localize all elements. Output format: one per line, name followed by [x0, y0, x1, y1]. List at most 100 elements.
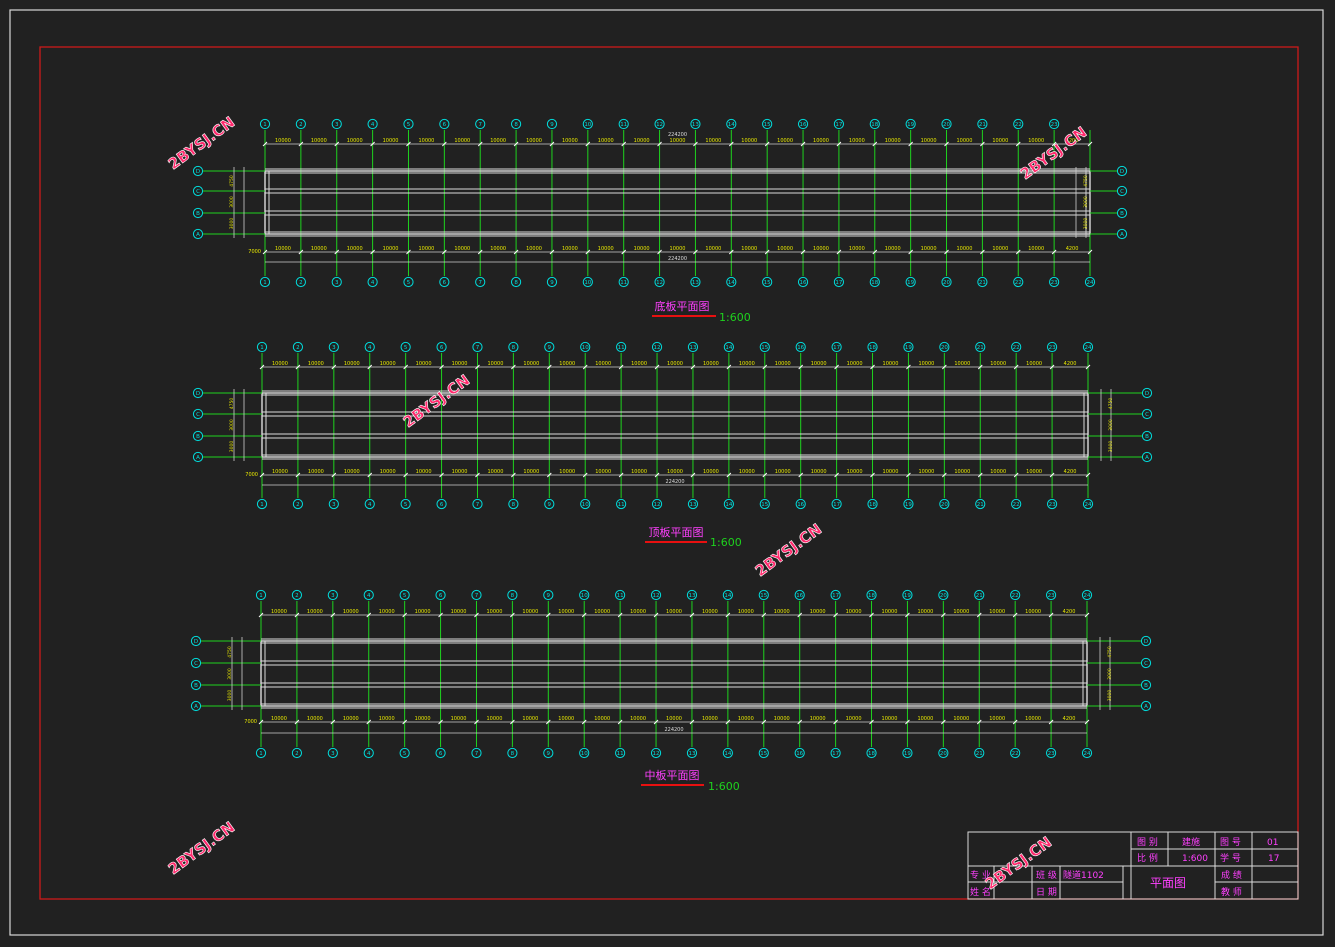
axis-label: 24: [1085, 345, 1092, 351]
end-dimension-text: 7000: [248, 249, 261, 255]
axis-label: 1: [259, 751, 263, 757]
side-dimension-text: 4750: [1083, 175, 1089, 187]
axis-label: 3: [335, 280, 339, 286]
side-dimension-text: 3000: [1108, 441, 1114, 453]
bay-dimension-text: 10000: [847, 361, 863, 367]
axis-label: 10: [582, 502, 589, 508]
row-axis-label: D: [196, 391, 200, 397]
axis-label: 9: [548, 502, 552, 508]
side-dimension-text: 3000: [227, 668, 233, 680]
bay-dimension-text: 10000: [418, 246, 434, 252]
axis-label: 20: [941, 502, 948, 508]
bay-dimension-text: 10000: [1026, 469, 1042, 475]
axis-label: 20: [941, 345, 948, 351]
bay-dimension-text: 10000: [953, 716, 969, 722]
bay-dimension-text: 10000: [989, 716, 1005, 722]
bay-dimension-text: 10000: [595, 361, 611, 367]
bay-dimension-text: 10000: [454, 138, 470, 144]
bay-dimension-text: 10000: [777, 138, 793, 144]
axis-label: 24: [1087, 280, 1094, 286]
axis-label: 7: [476, 345, 480, 351]
axis-label: 11: [620, 122, 627, 128]
bay-dimension-text: 10000: [1028, 246, 1044, 252]
axis-label: 14: [725, 502, 732, 508]
bay-dimension-text: 10000: [416, 469, 432, 475]
bay-dimension-text: 10000: [307, 609, 323, 615]
side-dimension-text: 3000: [1107, 690, 1113, 702]
axis-label: 6: [440, 502, 444, 508]
bay-dimension-text: 10000: [559, 469, 575, 475]
drawing-title: 平面图: [1150, 876, 1186, 890]
axis-label: 8: [514, 280, 518, 286]
label-date: 日 期: [1036, 887, 1057, 898]
plan-title-text: 顶板平面图: [649, 525, 704, 539]
axis-label: 5: [403, 751, 407, 757]
bay-dimension-text: 10000: [634, 246, 650, 252]
bay-dimension-text: 10000: [380, 469, 396, 475]
axis-label: 2: [295, 751, 299, 757]
bay-dimension-text: 10000: [813, 138, 829, 144]
bay-dimension-text: 10000: [415, 716, 431, 722]
axis-label: 22: [1013, 502, 1020, 508]
axis-label: 21: [976, 751, 983, 757]
axis-label: 10: [584, 280, 591, 286]
row-axis-label: C: [1120, 189, 1124, 195]
bay-dimension-text: 10000: [849, 246, 865, 252]
bay-dimension-text: 10000: [917, 609, 933, 615]
bay-dimension-text: 10000: [490, 246, 506, 252]
bay-dimension-text: 10000: [271, 716, 287, 722]
side-dimension-text: 3000: [229, 196, 235, 208]
axis-label: 20: [943, 122, 950, 128]
axis-label: 12: [654, 345, 661, 351]
bay-dimension-text: 10000: [846, 716, 862, 722]
axis-label: 8: [512, 345, 516, 351]
axis-label: 3: [331, 751, 335, 757]
side-dimension-text: 4750: [229, 398, 235, 410]
axis-label: 1: [260, 345, 264, 351]
bay-dimension-text: 10000: [487, 469, 503, 475]
bay-dimension-text: 10000: [451, 716, 467, 722]
bay-dimension-text: 10000: [738, 716, 754, 722]
axis-label: 6: [439, 593, 443, 599]
bay-dimension-text: 10000: [343, 609, 359, 615]
bay-dimension-text: 10000: [918, 361, 934, 367]
axis-label: 5: [404, 345, 408, 351]
row-axis-label: A: [196, 232, 200, 238]
axis-label: 8: [514, 122, 518, 128]
bay-dimension-text: 10000: [522, 609, 538, 615]
row-axis-label: A: [1120, 232, 1124, 238]
axis-label: 20: [943, 280, 950, 286]
axis-label: 13: [689, 502, 696, 508]
plan-title-text: 底板平面图: [655, 299, 710, 313]
axis-label: 17: [832, 751, 839, 757]
bay-dimension-text: 10000: [559, 361, 575, 367]
bay-dimension-text: 10000: [957, 138, 973, 144]
row-axis-label: C: [194, 661, 198, 667]
axis-label: 21: [977, 502, 984, 508]
axis-label: 3: [331, 593, 335, 599]
axis-label: 8: [511, 751, 515, 757]
axis-label: 20: [940, 751, 947, 757]
bay-dimension-text: 10000: [953, 609, 969, 615]
bay-dimension-text: 10000: [810, 716, 826, 722]
axis-label: 13: [688, 751, 695, 757]
bay-dimension-text: 10000: [1028, 138, 1044, 144]
axis-label: 14: [724, 751, 731, 757]
plan-scale-text: 1:600: [708, 780, 740, 793]
bay-dimension-text: 10000: [594, 716, 610, 722]
bay-dimension-text: 10000: [885, 138, 901, 144]
axis-label: 4: [371, 122, 375, 128]
axis-label: 5: [403, 593, 407, 599]
axis-label: 24: [1084, 593, 1091, 599]
axis-label: 12: [656, 122, 663, 128]
bay-dimension-text: 10000: [774, 716, 790, 722]
axis-label: 5: [407, 122, 411, 128]
label-scale: 比 例: [1137, 852, 1158, 864]
bay-dimension-text: 10000: [416, 361, 432, 367]
axis-label: 10: [584, 122, 591, 128]
bay-dimension-text: 10000: [846, 609, 862, 615]
bay-dimension-text: 10000: [703, 361, 719, 367]
axis-label: 3: [332, 502, 336, 508]
bay-dimension-text: 10000: [954, 469, 970, 475]
bay-dimension-text: 10000: [490, 138, 506, 144]
